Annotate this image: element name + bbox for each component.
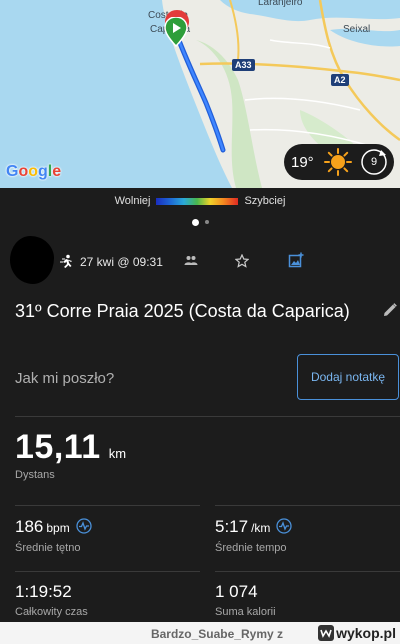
wind-indicator: 9: [359, 147, 389, 177]
favorite-button[interactable]: [232, 251, 252, 271]
calories-number: 1 074: [215, 582, 258, 601]
feedback-prompt[interactable]: Jak mi poszło?: [15, 370, 114, 387]
add-photo-button[interactable]: [286, 250, 306, 270]
activity-datetime: 27 kwi @ 09:31: [80, 255, 163, 269]
wykop-logo: wykop.pl: [318, 625, 396, 641]
distance-unit: km: [108, 446, 127, 461]
total-time-value: 1:19:52: [15, 582, 72, 602]
divider: [215, 505, 400, 506]
star-icon: [235, 254, 249, 268]
sun-icon: [324, 148, 352, 176]
avg-hr-number: 186: [15, 517, 44, 536]
watermark-bar: Bardzo_Suabe_Rymy z wykop.pl: [0, 622, 400, 644]
map-label-laranjeiro: Laranjeiro: [258, 0, 303, 8]
google-logo: Google: [6, 163, 62, 180]
pace-gradient-bar: [156, 197, 239, 205]
divider: [215, 571, 400, 572]
weather-widget[interactable]: 19° 9: [284, 144, 394, 180]
start-marker-icon: [164, 17, 188, 47]
pace-chart-icon[interactable]: [276, 518, 293, 534]
map-label-seixal: Seixal: [343, 24, 371, 35]
add-photo-icon: [288, 252, 304, 268]
avg-pace-unit: /km: [251, 521, 271, 535]
distance-value: 15,11 km: [15, 428, 126, 467]
avg-pace-number: 5:17: [215, 517, 249, 536]
avg-pace-label: Średnie tempo: [215, 542, 287, 554]
people-icon: [184, 256, 198, 265]
pace-legend: Wolniej Szybciej: [0, 188, 400, 214]
wykop-logo-text: wykop.pl: [336, 625, 396, 641]
carousel-dot-1[interactable]: [191, 218, 199, 226]
legend-slower: Wolniej: [114, 195, 151, 207]
avg-hr-value[interactable]: 186 bpm: [15, 516, 92, 537]
legend-faster: Szybciej: [244, 195, 286, 207]
avg-hr-label: Średnie tętno: [15, 542, 81, 554]
add-note-button[interactable]: Dodaj notatkę: [297, 354, 399, 400]
avg-pace-value[interactable]: 5:17 /km: [215, 516, 293, 537]
activity-title: 31º Corre Praia 2025 (Costa da Caparica): [15, 301, 350, 321]
edit-pencil-icon[interactable]: [382, 302, 398, 318]
carousel-dots[interactable]: [0, 216, 400, 228]
running-icon: [60, 254, 72, 268]
total-time-label: Całkowity czas: [15, 606, 88, 618]
people-button[interactable]: [181, 251, 201, 271]
avatar[interactable]: [10, 236, 54, 284]
total-time-number: 1:19:52: [15, 582, 72, 601]
distance-label: Dystans: [15, 469, 55, 481]
carousel-dot-2[interactable]: [204, 220, 209, 224]
watermark-username: Bardzo_Suabe_Rymy z: [150, 627, 283, 641]
calories-label: Suma kalorii: [215, 606, 276, 618]
pulse-chart-icon[interactable]: [76, 518, 92, 534]
wind-speed: 9: [370, 156, 378, 168]
divider: [15, 416, 400, 417]
wykop-logo-icon: [318, 625, 335, 641]
avg-hr-unit: bpm: [46, 521, 70, 535]
activity-meta: 27 kwi @ 09:31: [58, 252, 163, 272]
calories-value: 1 074: [215, 582, 258, 602]
route-map[interactable]: Costa da Caparica Laranjeiro Seixal A33 …: [0, 0, 400, 188]
divider: [15, 505, 200, 506]
road-shield-a33: A33: [232, 59, 255, 71]
divider: [15, 571, 200, 572]
distance-number: 15,11: [15, 428, 101, 466]
weather-temperature: 19°: [291, 153, 314, 171]
road-shield-a2: A2: [331, 74, 349, 86]
